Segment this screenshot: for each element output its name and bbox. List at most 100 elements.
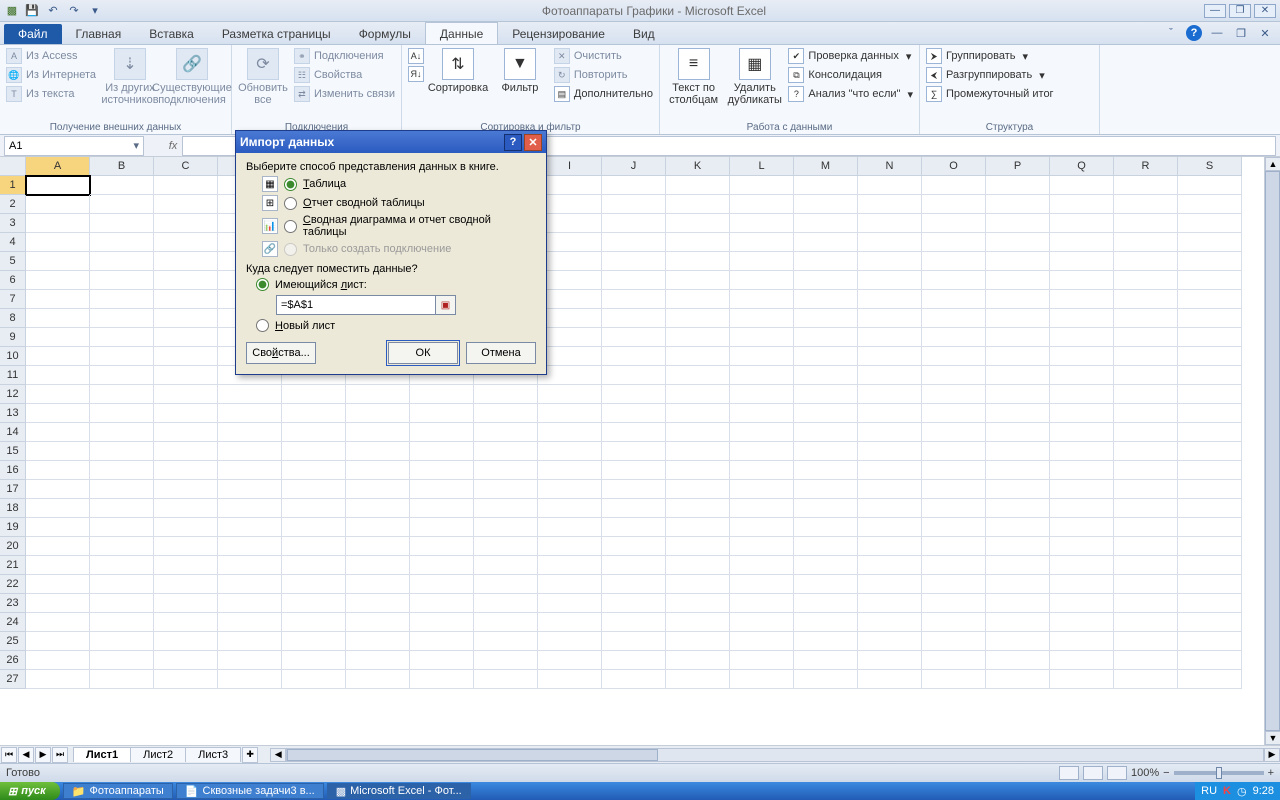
cell[interactable]	[858, 423, 922, 442]
cell[interactable]	[1050, 271, 1114, 290]
system-tray[interactable]: RU K ◷ 9:28	[1195, 782, 1280, 800]
cell[interactable]	[90, 328, 154, 347]
cell[interactable]	[282, 423, 346, 442]
row-header[interactable]: 18	[0, 499, 26, 518]
cell[interactable]	[794, 347, 858, 366]
cell[interactable]	[346, 404, 410, 423]
cell[interactable]	[26, 195, 90, 214]
cell[interactable]	[986, 404, 1050, 423]
cell[interactable]	[26, 556, 90, 575]
cell[interactable]	[858, 613, 922, 632]
cell[interactable]	[26, 252, 90, 271]
minimize-button[interactable]: ―	[1204, 4, 1226, 18]
cell[interactable]	[1178, 518, 1242, 537]
cell[interactable]	[602, 442, 666, 461]
cell[interactable]	[730, 461, 794, 480]
cell[interactable]	[922, 233, 986, 252]
cell[interactable]	[346, 613, 410, 632]
cell[interactable]	[154, 461, 218, 480]
cell[interactable]	[538, 594, 602, 613]
cell[interactable]	[90, 480, 154, 499]
sort-az-button[interactable]: A↓	[408, 48, 424, 64]
cell[interactable]	[1178, 214, 1242, 233]
cell[interactable]	[26, 632, 90, 651]
column-header[interactable]: R	[1114, 157, 1178, 176]
taskbar-item-1[interactable]: 📁Фотоаппараты	[63, 783, 173, 799]
cell[interactable]	[858, 385, 922, 404]
cell[interactable]	[218, 404, 282, 423]
cell[interactable]	[538, 480, 602, 499]
row-header[interactable]: 17	[0, 480, 26, 499]
cell[interactable]	[26, 328, 90, 347]
tab-pagelayout[interactable]: Разметка страницы	[208, 23, 345, 44]
cell[interactable]	[538, 290, 602, 309]
cell[interactable]	[346, 385, 410, 404]
cell[interactable]	[474, 423, 538, 442]
cell[interactable]	[90, 385, 154, 404]
workbook-close-icon[interactable]: ✕	[1256, 24, 1274, 42]
cell[interactable]	[1114, 423, 1178, 442]
help-icon[interactable]: ?	[1186, 25, 1202, 41]
cell[interactable]	[1178, 347, 1242, 366]
cell[interactable]	[1178, 176, 1242, 195]
cell[interactable]	[922, 575, 986, 594]
cell[interactable]	[90, 366, 154, 385]
cell[interactable]	[154, 290, 218, 309]
row-header[interactable]: 3	[0, 214, 26, 233]
cell[interactable]	[986, 271, 1050, 290]
cell[interactable]	[730, 347, 794, 366]
cell[interactable]	[730, 328, 794, 347]
cell[interactable]	[666, 404, 730, 423]
cell[interactable]	[730, 404, 794, 423]
workbook-minimize-icon[interactable]: ―	[1208, 24, 1226, 42]
cell[interactable]	[602, 613, 666, 632]
label-pivot[interactable]: Отчет сводной таблицы	[303, 197, 425, 209]
cell[interactable]	[666, 290, 730, 309]
cell[interactable]	[538, 670, 602, 689]
cell[interactable]	[538, 575, 602, 594]
cell[interactable]	[794, 499, 858, 518]
cell[interactable]	[410, 670, 474, 689]
from-other-button[interactable]: ⇣Из других источников	[102, 48, 158, 121]
cell[interactable]	[922, 556, 986, 575]
cell[interactable]	[1178, 480, 1242, 499]
cell[interactable]	[346, 499, 410, 518]
cell[interactable]	[538, 271, 602, 290]
cell[interactable]	[922, 195, 986, 214]
row-header[interactable]: 6	[0, 271, 26, 290]
row-header[interactable]: 20	[0, 537, 26, 556]
tab-review[interactable]: Рецензирование	[498, 23, 619, 44]
cell[interactable]	[90, 613, 154, 632]
ribbon-minimize-icon[interactable]: ˇ	[1162, 24, 1180, 42]
row-header[interactable]: 27	[0, 670, 26, 689]
cell[interactable]	[538, 385, 602, 404]
cell[interactable]	[858, 347, 922, 366]
cell[interactable]	[730, 271, 794, 290]
new-sheet-button[interactable]: ✚	[242, 747, 258, 763]
cell[interactable]	[666, 480, 730, 499]
cell[interactable]	[730, 537, 794, 556]
cell[interactable]	[1050, 594, 1114, 613]
cell[interactable]	[602, 423, 666, 442]
cell[interactable]	[1178, 233, 1242, 252]
cell[interactable]	[410, 499, 474, 518]
scroll-right-icon[interactable]: ▶	[1264, 748, 1280, 762]
cell[interactable]	[90, 233, 154, 252]
cell[interactable]	[1114, 537, 1178, 556]
cell[interactable]	[1114, 366, 1178, 385]
cell[interactable]	[602, 233, 666, 252]
cell[interactable]	[986, 461, 1050, 480]
cell[interactable]	[602, 328, 666, 347]
cell[interactable]	[474, 518, 538, 537]
cell[interactable]	[90, 176, 154, 195]
cell[interactable]	[1050, 252, 1114, 271]
properties-button[interactable]: ☷Свойства	[294, 67, 395, 83]
cell[interactable]	[282, 594, 346, 613]
cell[interactable]	[90, 195, 154, 214]
cell[interactable]	[474, 537, 538, 556]
cell[interactable]	[922, 309, 986, 328]
row-header[interactable]: 10	[0, 347, 26, 366]
cell[interactable]	[90, 537, 154, 556]
cell[interactable]	[90, 575, 154, 594]
cell[interactable]	[794, 271, 858, 290]
